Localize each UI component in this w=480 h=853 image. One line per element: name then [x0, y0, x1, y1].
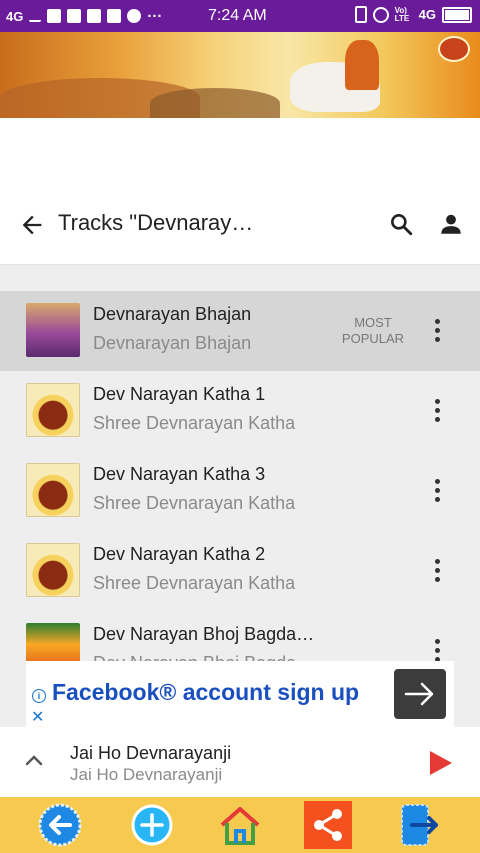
track-thumbnail: [26, 463, 80, 517]
now-playing-subtitle: Jai Ho Devnarayanji: [70, 765, 223, 784]
ad-close-icon[interactable]: ✕: [31, 707, 44, 727]
app-banner: [0, 32, 480, 118]
status-bar: 4G ··· 7:24 AM Vo) LTE 4G: [0, 0, 480, 32]
banner-logo: [438, 36, 470, 62]
mail-icon: [107, 9, 122, 23]
track-subtitle: Shree Devnarayan Katha: [93, 413, 296, 433]
track-title: Dev Narayan Katha 2: [93, 544, 266, 564]
now-playing-title: Jai Ho Devnarayanji: [70, 743, 232, 763]
search-icon[interactable]: [388, 211, 414, 237]
track-subtitle: Shree Devnarayan Katha: [93, 573, 296, 593]
track-thumbnail: [26, 383, 80, 437]
ad-headline[interactable]: Facebook® account sign up: [52, 679, 359, 706]
exit-icon[interactable]: [394, 801, 442, 849]
more-options-icon[interactable]: [428, 559, 446, 585]
chevron-up-icon[interactable]: [24, 753, 44, 767]
track-row[interactable]: Dev Narayan Katha 2 Shree Devnarayan Kat…: [0, 531, 480, 611]
more-notifications-icon: ···: [147, 7, 163, 25]
ad-open-button[interactable]: [394, 669, 446, 719]
vibrate-icon: [354, 6, 367, 23]
badge-line-1: MOST: [354, 315, 392, 330]
back-arrow-icon[interactable]: [36, 801, 84, 849]
back-arrow-icon[interactable]: [18, 211, 46, 239]
header-spacer: [0, 118, 480, 186]
track-thumbnail: [26, 303, 80, 357]
page-title: Tracks "Devnaray…: [58, 210, 254, 235]
ad-info-icon[interactable]: i: [32, 689, 46, 703]
track-title: Devnarayan Bhajan: [93, 304, 252, 324]
signal-icon: [29, 10, 42, 22]
alarm-icon: [372, 6, 389, 23]
track-row[interactable]: Dev Narayan Katha 1 Shree Devnarayan Kat…: [0, 371, 480, 451]
track-row[interactable]: Dev Narayan Katha 3 Shree Devnarayan Kat…: [0, 451, 480, 531]
right-network-indicator: 4G: [418, 7, 436, 22]
more-options-icon[interactable]: [428, 319, 446, 345]
most-popular-badge: MOST POPULAR: [336, 315, 410, 347]
more-options-icon[interactable]: [428, 479, 446, 505]
chrome-icon: [127, 9, 142, 23]
share-icon[interactable]: [304, 801, 352, 849]
network-indicator: 4G: [6, 8, 24, 24]
track-row[interactable]: Devnarayan Bhajan Devnarayan Bhajan MOST…: [0, 291, 480, 371]
track-subtitle: Devnarayan Bhajan: [93, 333, 252, 353]
banner-rider: [345, 40, 379, 90]
badge-line-2: POPULAR: [341, 331, 405, 346]
track-thumbnail: [26, 543, 80, 597]
track-title: Dev Narayan Katha 3: [93, 464, 266, 484]
arrow-right-icon: [404, 682, 434, 706]
home-icon[interactable]: [216, 801, 264, 849]
app-notification-icon: [47, 9, 62, 23]
account-icon[interactable]: [438, 211, 464, 237]
track-list: Devnarayan Bhajan Devnarayan Bhajan MOST…: [0, 291, 480, 691]
toolbar: Tracks "Devnaray…: [0, 186, 480, 265]
track-title: Dev Narayan Bhoj Bagda…: [93, 624, 315, 644]
ad-banner[interactable]: i ✕ Facebook® account sign up: [26, 661, 454, 727]
volte-label: Vo) LTE: [394, 5, 410, 23]
now-playing-bar[interactable]: Jai Ho Devnarayanji Jai Ho Devnarayanji: [0, 727, 480, 797]
bottom-bar: [0, 797, 480, 853]
youtube-icon: [67, 9, 82, 23]
track-title: Dev Narayan Katha 1: [93, 384, 266, 404]
battery-icon: [442, 6, 472, 23]
banner-scene-mid: [150, 88, 280, 118]
play-icon[interactable]: [430, 751, 452, 775]
app-s-icon: [87, 9, 102, 23]
add-icon[interactable]: [128, 801, 176, 849]
track-subtitle: Shree Devnarayan Katha: [93, 493, 296, 513]
clock: 7:24 AM: [208, 7, 267, 24]
more-options-icon[interactable]: [428, 399, 446, 425]
